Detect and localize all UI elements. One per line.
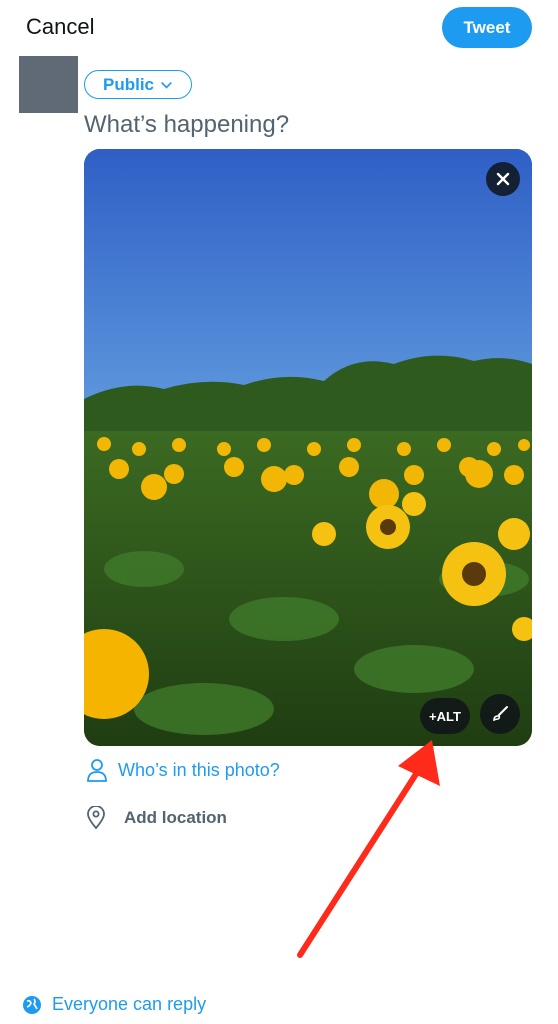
audience-selector[interactable]: Public [84, 70, 192, 99]
audience-label: Public [103, 74, 155, 94]
location-pin-icon [87, 806, 105, 830]
person-icon [87, 759, 107, 782]
attached-photo[interactable] [84, 149, 532, 746]
reply-settings-label: Everyone can reply [52, 994, 207, 1014]
globe-icon [23, 995, 41, 1014]
remove-photo-button[interactable] [486, 162, 520, 196]
paintbrush-icon [493, 706, 508, 722]
close-icon [496, 172, 510, 186]
tag-people-button[interactable]: Who’s in this photo? [86, 758, 280, 782]
edit-photo-button[interactable] [480, 694, 520, 734]
add-alt-text-button[interactable]: +ALT [420, 698, 470, 734]
reply-settings-button[interactable]: Everyone can reply [22, 994, 206, 1015]
sunflower-field-image [84, 149, 532, 746]
add-location-label: Add location [124, 808, 227, 827]
tweet-text-input[interactable]: What’s happening? [84, 111, 289, 139]
tweet-button[interactable]: Tweet [442, 7, 532, 48]
avatar [19, 56, 78, 113]
tag-people-label: Who’s in this photo? [118, 759, 280, 780]
cancel-button[interactable]: Cancel [26, 14, 94, 40]
add-location-button[interactable]: Add location [86, 806, 227, 830]
chevron-down-icon [161, 81, 172, 89]
